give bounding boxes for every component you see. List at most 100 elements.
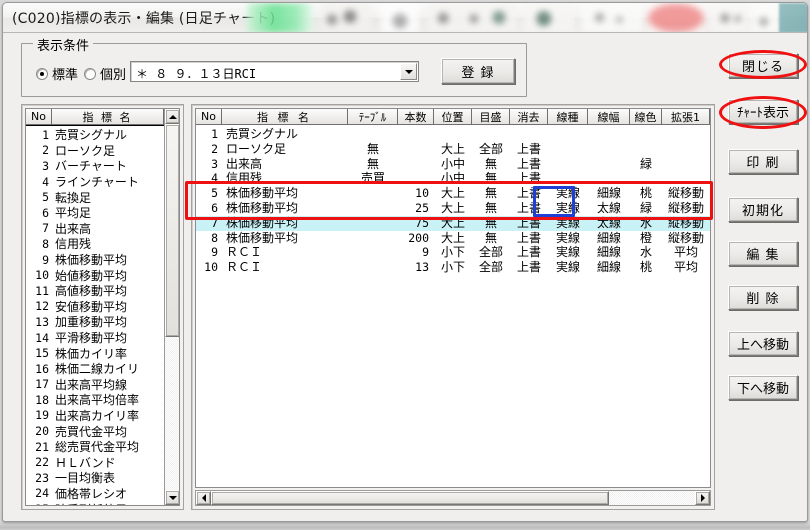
grid-row[interactable]: 1 売買シグナル (196, 127, 710, 142)
grid-row[interactable]: 9ＲＣＩ9小下全部上書実線細線水平均1以下 (196, 245, 710, 260)
redacted-region-6 (581, 3, 643, 32)
indicator-list-item[interactable]: 20 売買代金平均 (26, 423, 164, 439)
indicator-list-item[interactable]: 2 ローソク足 (26, 143, 164, 159)
grid-row[interactable]: 5株価移動平均10大上無上書実線細線桃縦移動0.0横移 (196, 186, 710, 201)
screenshot-root: (C020)指標の表示・編集 (日足チャート) 表示条件 標準 個別 ＊ ８ ９… (0, 0, 810, 530)
move-down-button[interactable]: 下へ移動 (728, 375, 798, 400)
grid-header-ltype[interactable]: 線種 (548, 109, 588, 125)
initialize-button[interactable]: 初期化 (728, 197, 798, 222)
indicator-list-item-name: 出来高平均線 (55, 377, 128, 392)
scroll-left-icon[interactable] (196, 491, 211, 505)
indicator-list-item[interactable]: 3 バーチャート (26, 158, 164, 174)
grid-row[interactable]: 6株価移動平均25大上無上書実線太線緑縦移動0.0横移 (196, 201, 710, 216)
grid-cell-name: 売買シグナル (226, 127, 299, 141)
grid-row[interactable]: 8株価移動平均200大上無上書実線細線橙縦移動0.0横移 (196, 231, 710, 246)
indicator-list-item[interactable]: 16 株価二線カイリ (26, 361, 164, 377)
close-button[interactable]: 閉じる (728, 53, 798, 78)
indicator-list-item[interactable]: 22 ＨＬバンド (26, 454, 164, 470)
grid-cell-pos: 小下 (440, 260, 465, 275)
indicator-list-item[interactable]: 4 ラインチャート (26, 174, 164, 190)
condition-combo[interactable]: ＊ ８ ９．１３日RCI (130, 61, 419, 82)
register-button[interactable]: 登 録 (441, 58, 515, 84)
indicator-list-item[interactable]: 1 売買シグナル (26, 127, 164, 143)
indicator-list-item-name: 売買代金平均 (55, 424, 128, 439)
redacted-region-9 (751, 3, 779, 32)
indicator-list-item[interactable]: 12 安値移動平均 (26, 299, 164, 315)
hscrollbar-thumb[interactable] (211, 491, 609, 505)
scroll-down-icon[interactable] (165, 490, 179, 505)
indicator-list-item[interactable]: 18 出来高平均倍率 (26, 392, 164, 408)
print-button[interactable]: 印 刷 (728, 149, 798, 174)
grid-row[interactable]: 3 出来高 無 小中 無 上書 緑 (196, 157, 710, 172)
grid-cell-value: 0.0 (710, 216, 711, 231)
radio-individual[interactable]: 個別 (84, 64, 126, 83)
condition-combo-value: ＊ ８ ９．１３日RCI (136, 67, 257, 81)
delete-button[interactable]: 削 除 (728, 285, 798, 310)
indicator-list-item-no: 16 (35, 361, 49, 376)
grid-header-pos[interactable]: 位置 (434, 109, 472, 125)
indicator-list-item[interactable]: 24 価格帯レシオ (26, 486, 164, 502)
indicator-list-item[interactable]: 6 平均足 (26, 205, 164, 221)
move-up-button[interactable]: 上へ移動 (728, 331, 798, 356)
grid-cell-name: 株価移動平均 (226, 186, 299, 201)
grid-cell-no: 6 (211, 200, 218, 215)
grid-cell-pos: 大上 (440, 186, 465, 201)
grid-cell-no: 2 (211, 141, 218, 156)
indicator-list-item-name: ローソク足 (55, 143, 116, 158)
grid-header-table[interactable]: ﾃｰﾌﾞﾙ (348, 109, 398, 125)
grid-horizontal-scrollbar[interactable] (195, 490, 711, 506)
grid-row[interactable]: 7株価移動平均75大上無上書実線太線水縦移動0.0横移 (196, 215, 711, 231)
edit-button[interactable]: 編 集 (728, 241, 798, 266)
indicator-grid[interactable]: No指 標 名ﾃｰﾌﾞﾙ本数位置目盛消去線種線幅線色拡張1[値]拡張 1 売買シグ… (195, 108, 711, 488)
indicator-list[interactable]: No 指 標 名 1 売買シグナル 2 ローソク足 3 バーチャート 4 ラインチャート 5 転換… (25, 108, 180, 506)
indicator-list-item[interactable]: 13 加重移動平均 (26, 314, 164, 330)
indicator-list-scrollbar[interactable] (164, 109, 179, 505)
indicator-list-item[interactable]: 21 総売買代金平均 (26, 439, 164, 455)
radio-standard[interactable]: 標準 (36, 64, 78, 83)
grid-cell-lcolor: 緑 (639, 156, 652, 171)
scroll-up-icon[interactable] (165, 109, 179, 124)
grid-header-lcolor[interactable]: 線色 (630, 109, 662, 125)
grid-header-ext1[interactable]: 拡張1 (662, 109, 710, 125)
indicator-list-item[interactable]: 10 始値移動平均 (26, 267, 164, 283)
indicator-list-item-no: 5 (42, 190, 49, 205)
indicator-list-item-no: 3 (42, 158, 49, 173)
grid-header-count[interactable]: 本数 (398, 109, 434, 125)
redacted-region-4 (427, 3, 517, 32)
indicator-list-item[interactable]: 8 信用残 (26, 236, 164, 252)
indicator-list-item-no: 15 (35, 346, 49, 361)
grid-header-lwidth[interactable]: 線幅 (588, 109, 630, 125)
grid-header-value[interactable]: [値] (710, 109, 711, 125)
grid-cell-lcolor: 橙 (639, 230, 652, 245)
indicator-list-item-no: 14 (35, 330, 49, 345)
indicator-list-item[interactable]: 7 出来高 (26, 221, 164, 237)
indicator-list-item[interactable]: 9 株価移動平均 (26, 252, 164, 268)
grid-cell-ext1: 平均 (673, 260, 698, 275)
indicator-list-item-no: 19 (35, 408, 49, 423)
grid-header-no[interactable]: No (196, 109, 222, 125)
grid-cell-erase: 上書 (516, 186, 541, 201)
grid-row[interactable]: 2 ローソク足 無 大上 全部 上書 (196, 142, 710, 157)
chart-show-button[interactable]: ﾁｬｰﾄ表示 (728, 99, 798, 124)
grid-cell-pos: 大上 (440, 230, 465, 245)
grid-row[interactable]: 10ＲＣＩ13小下全部上書実線細線桃平均1以下 (196, 260, 710, 275)
indicator-list-item[interactable]: 14 平滑移動平均 (26, 330, 164, 346)
chevron-down-icon[interactable] (400, 63, 417, 80)
grid-header-name[interactable]: 指 標 名 (222, 109, 348, 125)
indicator-list-header-no: No (26, 109, 52, 125)
grid-header-erase[interactable]: 消去 (510, 109, 548, 125)
indicator-list-item[interactable]: 19 出来高カイリ率 (26, 408, 164, 424)
scroll-right-icon[interactable] (695, 491, 710, 505)
grid-cell-ltype: 実線 (555, 230, 580, 245)
indicator-list-item[interactable]: 11 高値移動平均 (26, 283, 164, 299)
grid-row[interactable]: 4 信用残 売買 小中 無 上書 (196, 171, 710, 186)
grid-cell-value: 0.0 (710, 186, 711, 201)
window-title: (C020)指標の表示・編集 (日足チャート) (12, 11, 276, 27)
grid-header-scale[interactable]: 目盛 (472, 109, 510, 125)
indicator-list-item[interactable]: 17 出来高平均線 (26, 377, 164, 393)
indicator-list-item[interactable]: 5 転換足 (26, 189, 164, 205)
indicator-list-item[interactable]: 15 株価カイリ率 (26, 345, 164, 361)
scrollbar-thumb[interactable] (165, 124, 179, 337)
indicator-list-item[interactable]: 25時系列新値足 (26, 501, 164, 505)
indicator-list-item[interactable]: 23 一目均衡表 (26, 470, 164, 486)
